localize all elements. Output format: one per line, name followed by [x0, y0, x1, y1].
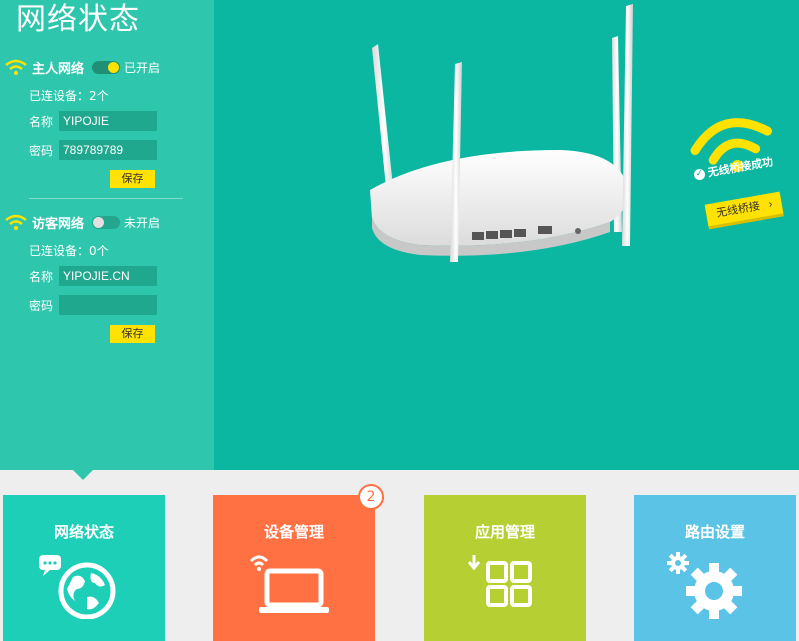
main-password-row: 密码 789789789: [29, 140, 157, 160]
guest-connected-devices: 已连设备：0个: [29, 244, 109, 258]
tile-device-management[interactable]: 设备管理: [213, 495, 375, 641]
active-tab-pointer: [73, 470, 93, 480]
guest-ssid-label: 名称: [29, 269, 54, 284]
tile-app-management-label: 应用管理: [474, 523, 535, 541]
tile-network-status[interactable]: 网络状态: [3, 495, 165, 641]
guest-save-button[interactable]: 保存: [110, 325, 155, 343]
main-network-toggle-state: 已开启: [124, 61, 161, 75]
laptop-wifi-icon: [249, 555, 329, 613]
main-ssid-field[interactable]: YIPOJIE: [59, 111, 157, 131]
gears-icon: [667, 552, 742, 619]
main-save-button[interactable]: 保存: [110, 170, 155, 188]
toggle-knob: [93, 217, 105, 228]
device-count-badge: 2: [358, 484, 384, 510]
guest-password-row: 密码: [29, 295, 157, 315]
toggle-knob: [108, 62, 120, 73]
main-network-toggle[interactable]: [92, 61, 121, 74]
guest-network-toggle[interactable]: [92, 216, 121, 229]
tile-network-status-label: 网络状态: [53, 523, 114, 541]
main-network-header: 主人网络 已开启: [4, 58, 160, 77]
network-sidebar: 网络状态 主人网络 已开启 已连设备：2个 名称 YIPOJIE 密码 7897…: [0, 0, 214, 470]
globe-chat-icon: [39, 555, 116, 619]
check-icon: ✓: [693, 167, 706, 181]
main-password-field[interactable]: 789789789: [59, 140, 157, 160]
guest-network-header: 访客网络 未开启: [4, 213, 160, 232]
main-connected-devices: 已连设备：2个: [29, 89, 109, 103]
guest-password-field[interactable]: [59, 295, 157, 315]
top-panel: 网络状态 主人网络 已开启 已连设备：2个 名称 YIPOJIE 密码 7897…: [0, 0, 799, 470]
tile-device-management-label: 设备管理: [263, 523, 324, 541]
router-image: [370, 4, 633, 262]
main-ssid-label: 名称: [29, 114, 54, 129]
main-ssid-row: 名称 YIPOJIE: [29, 111, 157, 131]
wireless-bridge-label: 无线桥接: [715, 200, 761, 220]
tile-router-settings-label: 路由设置: [684, 523, 745, 541]
section-divider: [29, 198, 183, 199]
wifi-icon: [5, 214, 27, 230]
guest-ssid-row: 名称 YIPOJIE.CN: [29, 266, 157, 286]
tile-router-settings[interactable]: 路由设置: [634, 495, 796, 641]
wifi-icon: [5, 59, 27, 75]
guest-ssid-field[interactable]: YIPOJIE.CN: [59, 266, 157, 286]
tile-app-management[interactable]: 应用管理: [424, 495, 586, 641]
guest-network-title: 访客网络: [32, 217, 85, 232]
guest-password-label: 密码: [29, 298, 54, 313]
main-network-title: 主人网络: [32, 62, 85, 77]
main-password-label: 密码: [29, 143, 54, 158]
page-title: 网络状态: [16, 2, 140, 37]
guest-network-toggle-state: 未开启: [124, 216, 161, 230]
apps-grid-icon: [467, 555, 532, 607]
chevron-right-icon: ›: [767, 198, 774, 211]
